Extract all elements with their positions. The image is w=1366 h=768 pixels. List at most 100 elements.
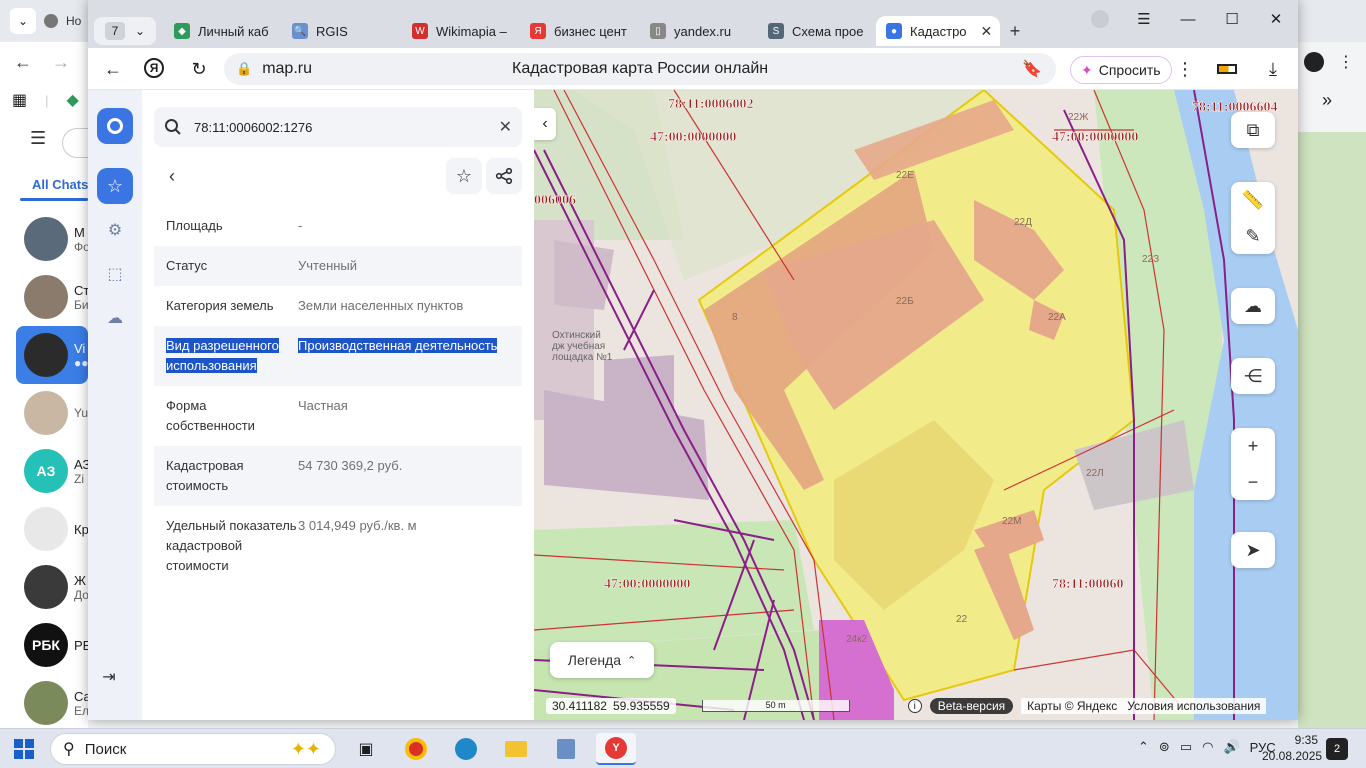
back-icon[interactable]: ← [102,58,124,80]
clear-search-icon[interactable]: ✕ [499,117,512,137]
chat-list-item[interactable]: Vi ●● [16,326,89,384]
logout-icon[interactable]: ⇥ [98,666,120,688]
file-explorer-icon[interactable] [496,733,536,765]
taskbar-search[interactable]: ⚲ Поиск ✦✦ [50,733,336,765]
ask-button[interactable]: ✦ Спросить [1070,56,1172,84]
zoom-out-icon[interactable]: − [1231,464,1275,500]
address-bar[interactable]: 🔒 map.ru Кадастровая карта России онлайн… [224,53,1056,85]
browser-tab[interactable]: W Wikimapia – [402,16,514,46]
reload-icon[interactable]: ↻ [188,58,210,80]
share-button[interactable]: ⋲ [1231,358,1275,394]
background-nav: ← → [14,52,70,73]
info-icon[interactable]: i [907,699,922,713]
windows-start-icon[interactable] [14,739,34,759]
maximize-icon[interactable]: ☐ [1210,8,1254,30]
yandex-icon[interactable]: Я [144,58,164,78]
new-tab-button[interactable]: + [1004,20,1026,42]
back-icon[interactable]: ← [14,52,32,73]
chat-list-item[interactable]: АЗ АЗ Zi [0,442,90,500]
nodes-icon[interactable]: ⚙ [103,218,127,242]
property-key: Кадастровая стоимость [166,458,244,493]
browser-tab[interactable]: ◆ Личный каб [164,16,278,46]
webcam-icon[interactable]: ⊚ [1159,739,1170,755]
selection-icon[interactable]: ⬚ [103,262,127,286]
volume-icon[interactable]: 🔊 [1223,739,1239,755]
ruler-icon[interactable]: 📏 [1231,182,1275,218]
favorite-star-icon[interactable]: ☆ [446,158,482,194]
more-icon[interactable]: ⋮ [1174,58,1196,80]
avatar [24,333,68,377]
bookmark-icon[interactable]: 🔖 [1022,59,1042,79]
forward-icon[interactable]: → [52,52,70,73]
chevron-up-icon[interactable]: ⌃ [1138,739,1149,755]
notifications-icon[interactable]: 2 [1326,738,1348,760]
chat-list-item[interactable]: Ст Би [0,268,89,326]
browser-tab[interactable]: ● Кадастро ✕ [876,16,1000,46]
background-apps: ▦ | ◆ [12,90,79,110]
chat-preview: ●● [74,355,89,370]
back-icon[interactable]: ‹ [160,164,184,188]
browser-tab[interactable]: ▯ yandex.ru [640,16,750,46]
chevron-down-icon[interactable]: ⌄ [135,24,145,38]
logo-icon[interactable] [97,108,133,144]
hamburger-menu-icon[interactable]: ☰ [30,128,46,149]
profile-icon[interactable] [1078,8,1122,30]
favorites-star-icon[interactable]: ☆ [97,168,133,204]
property-key: Площадь [166,218,223,233]
tab-favicon-icon: ▯ [650,23,666,39]
system-tray: ⌃ ⊚ ▭ ◠ 🔊 РУС [1138,739,1276,755]
document-app-icon[interactable] [546,733,586,765]
terms-link[interactable]: Условия использования [1127,699,1260,713]
share-icon[interactable] [486,158,522,194]
profile-icon[interactable] [1304,52,1324,72]
legend-button[interactable]: Легенда ⌃ [550,642,654,678]
map-attribution: Карты © Яндекс Условия использования [1021,698,1267,714]
double-chevron-right-icon[interactable]: » [1322,90,1332,111]
task-view-icon[interactable]: ▣ [346,733,386,765]
map-canvas[interactable]: 78:11:0006002 78:11:0006604 47:00:000000… [534,90,1298,720]
browser-tab[interactable]: 🔍 RGIS [282,16,392,46]
clock[interactable]: 9:35 20.08.2025 [1262,732,1322,764]
minimize-icon[interactable]: — [1166,8,1210,30]
copyright[interactable]: Карты © Яндекс [1027,699,1117,713]
edge-icon[interactable] [446,733,486,765]
browser-tab[interactable]: S Схема прое [758,16,870,46]
yandex-browser-icon[interactable]: Y [596,733,636,765]
chat-list-item[interactable]: Кр [0,500,89,558]
map-label: 47:00:0000000 [1052,130,1138,145]
chat-list-item[interactable]: Са Ел [0,674,91,732]
collapse-panel-icon[interactable]: ‹ [534,108,556,140]
extension-icon[interactable]: ◆ [67,90,79,110]
cadastral-map[interactable]: 78:11:0006002 78:11:0006604 47:00:000000… [534,90,1298,720]
chat-list-item[interactable]: РБК РБ [0,616,91,674]
chat-list-item[interactable]: M Фо [0,210,90,268]
tabs-menu-icon[interactable]: ☰ [1122,8,1166,30]
chevron-down-icon[interactable]: ⌄ [10,8,36,34]
tab-group[interactable]: 7 ⌄ [94,17,156,45]
cloud-icon[interactable]: ☁ [103,306,127,330]
close-icon[interactable]: ✕ [1254,8,1298,30]
chat-preview: До [74,587,89,602]
wifi-icon[interactable]: ◠ [1202,739,1213,755]
browser-tab[interactable]: Ябизнес цент [520,16,632,46]
close-tab-icon[interactable]: ✕ [981,23,993,40]
locate-button[interactable]: ➤ [1231,532,1275,568]
chrome-icon[interactable] [396,733,436,765]
building-label: 24к2 [846,634,867,645]
search-input[interactable]: 78:11:0006002:1276 ✕ [154,107,522,147]
apps-grid-icon[interactable]: ▦ [12,90,27,110]
zoom-in-icon[interactable]: + [1231,428,1275,464]
chat-list-item[interactable]: Yu [0,384,88,442]
upload-button[interactable]: ☁ [1231,288,1275,324]
property-row: Вид разрешенного использования Производст… [154,326,522,386]
edit-icon[interactable]: ✎ [1231,218,1275,254]
battery-icon[interactable]: ▭ [1180,739,1192,755]
chat-list-item[interactable]: Ж До [0,558,89,616]
download-icon[interactable]: ⤓ [1262,58,1284,80]
layers-button[interactable]: ⧉ [1231,112,1275,148]
tab-label: Кадастро [910,23,967,39]
notification-count: 2 [1333,743,1341,755]
background-tab[interactable]: ⌄ Но [6,6,90,36]
more-icon[interactable]: ⋮ [1338,52,1354,72]
tab-all-chats[interactable]: All Chats [32,177,88,192]
